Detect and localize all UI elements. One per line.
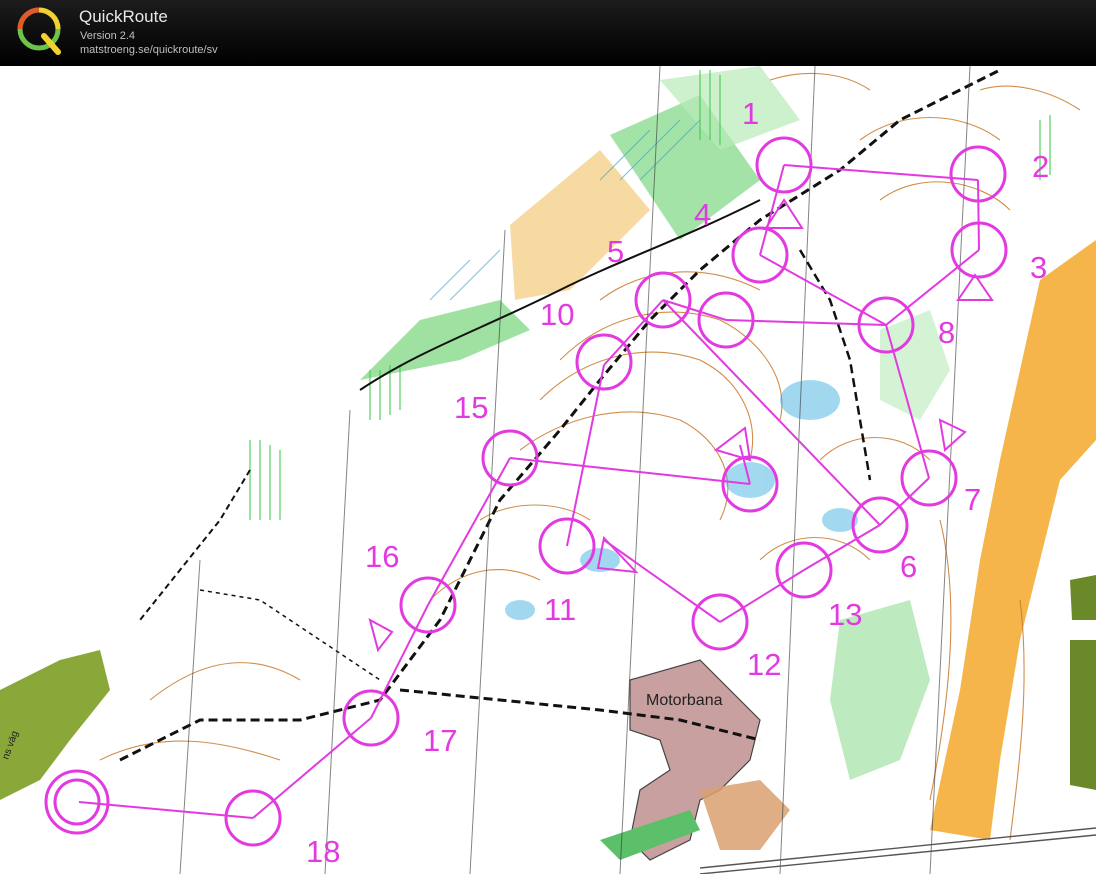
control-label-17: 17 xyxy=(423,723,457,758)
map-canvas[interactable]: 1 2 3 4 5 6 7 8 10 11 12 13 15 16 17 18 … xyxy=(0,66,1096,874)
settlement-right xyxy=(1070,575,1096,620)
control-label-3: 3 xyxy=(1030,250,1047,285)
control-label-12: 12 xyxy=(747,647,781,682)
control-label-5: 5 xyxy=(607,234,624,269)
settlement-right-2 xyxy=(1070,640,1096,790)
motorbana-label: Motorbana xyxy=(646,692,723,709)
app-version: Version 2.4 xyxy=(80,30,136,42)
app-header: QuickRoute Version 2.4 matstroeng.se/qui… xyxy=(0,0,1096,66)
control-label-18: 18 xyxy=(306,834,340,869)
control-label-1: 1 xyxy=(742,96,759,131)
control-label-4: 4 xyxy=(694,197,711,232)
control-label-13: 13 xyxy=(828,597,862,632)
control-label-15: 15 xyxy=(454,390,488,425)
orienteering-map[interactable]: 1 2 3 4 5 6 7 8 10 11 12 13 15 16 17 18 … xyxy=(0,66,1096,874)
control-label-7: 7 xyxy=(964,482,981,517)
app-title: QuickRoute xyxy=(79,7,168,26)
control-label-16: 16 xyxy=(365,539,399,574)
quickroute-logo-icon xyxy=(17,7,61,55)
control-label-10: 10 xyxy=(540,297,574,332)
app-url[interactable]: matstroeng.se/quickroute/sv xyxy=(80,44,218,56)
control-label-8: 8 xyxy=(938,315,955,350)
control-label-11: 11 xyxy=(544,592,576,627)
control-label-2: 2 xyxy=(1032,149,1049,184)
control-label-6: 6 xyxy=(900,549,917,584)
